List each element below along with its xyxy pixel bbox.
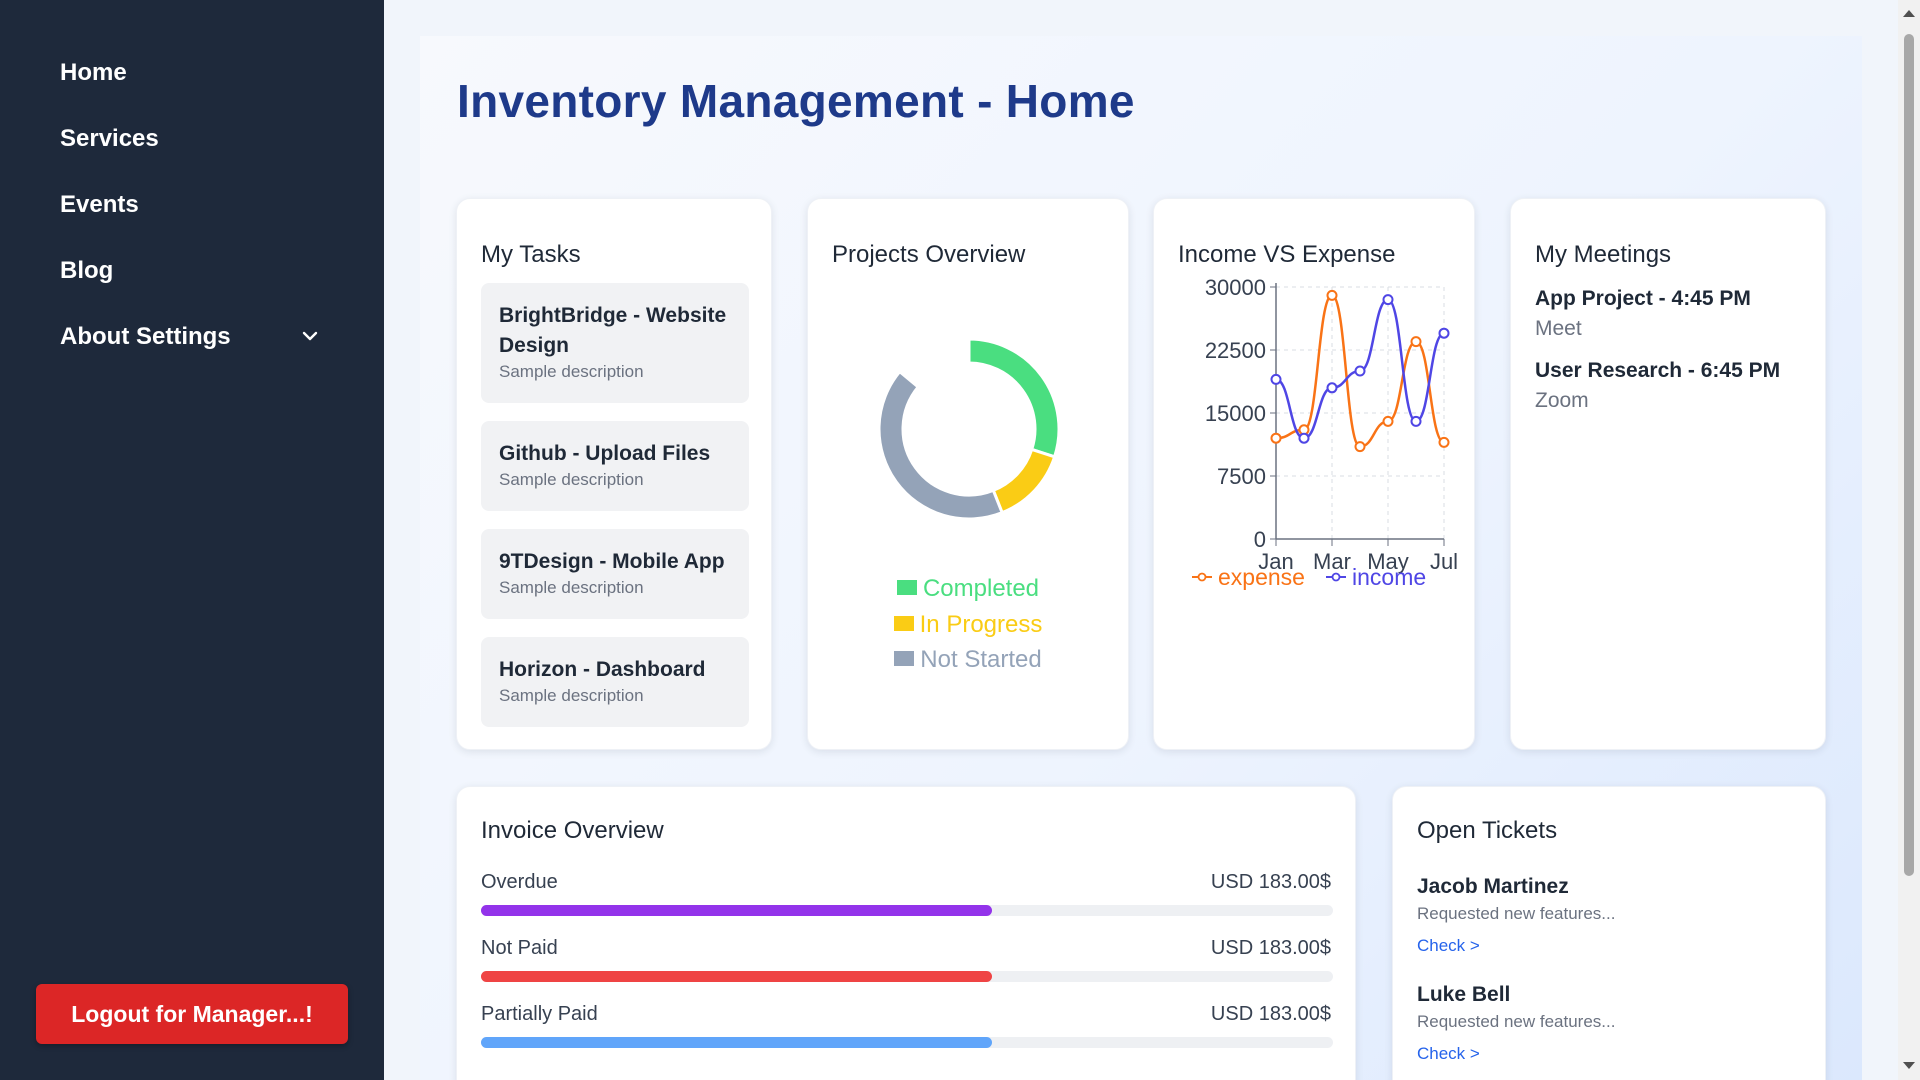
legend-label: In Progress — [919, 611, 1043, 638]
invoice-amount: USD 183.00$ — [1210, 937, 1331, 959]
data-point-expense — [1270, 432, 1282, 444]
income-card: Income VS Expense 30000 22500 15000 7500 0 Ja… — [1153, 198, 1475, 750]
invoice-label: Not Paid — [481, 937, 558, 959]
legend-label: Not Started — [920, 646, 1042, 673]
meeting-platform: Meet — [1535, 317, 1582, 340]
invoice-title: Invoice Overview — [481, 817, 664, 844]
y-tick-label: 7500 — [1217, 464, 1266, 489]
task-item[interactable]: BrightBridge - Website Design Sample des… — [481, 283, 749, 403]
invoice-progress-track — [481, 971, 1333, 982]
ticket-check-link[interactable]: Check > — [1417, 936, 1480, 956]
legend-marker-income — [1331, 572, 1341, 582]
meeting-title[interactable]: User Research - 6:45 PM — [1535, 359, 1780, 383]
income-title: Income VS Expense — [1178, 241, 1396, 268]
invoice-label: Overdue — [481, 871, 558, 893]
task-description: Sample description — [499, 362, 644, 381]
nav-item-blog[interactable]: Blog — [60, 257, 113, 285]
task-title: Github - Upload Files — [499, 442, 711, 465]
data-point-expense — [1354, 441, 1366, 453]
chevron-down-icon[interactable] — [300, 326, 320, 346]
invoice-amount: USD 183.00$ — [1210, 871, 1331, 893]
data-point-income — [1326, 382, 1338, 394]
invoice-progress-track — [481, 1037, 1333, 1048]
nav-item-services[interactable]: Services — [60, 125, 159, 153]
data-point-income — [1298, 432, 1310, 444]
task-description: Sample description — [499, 470, 644, 489]
data-point-income — [1270, 373, 1282, 385]
task-title: BrightBridge - Website Design — [499, 304, 727, 357]
y-tick-label: 15000 — [1205, 401, 1266, 426]
data-point-income — [1354, 365, 1366, 377]
data-point-expense — [1382, 415, 1394, 427]
legend-item-in-progress: In Progress — [808, 611, 1128, 639]
legend-item-completed: Completed — [808, 575, 1128, 603]
y-tick-label: 30000 — [1205, 275, 1266, 300]
donut-slice-not-started — [877, 369, 1005, 521]
meeting-title[interactable]: App Project - 4:45 PM — [1535, 287, 1751, 311]
task-description: Sample description — [499, 578, 644, 597]
sidebar: Home Services Events Blog About Settings… — [0, 0, 384, 1080]
invoice-label: Partially Paid — [481, 1003, 598, 1025]
legend-label: Completed — [922, 575, 1040, 602]
data-point-expense — [1326, 289, 1338, 301]
task-item[interactable]: 9TDesign - Mobile App Sample description — [481, 529, 749, 619]
invoice-progress-fill — [481, 1037, 993, 1048]
projects-title: Projects Overview — [832, 241, 1026, 268]
legend-swatch — [894, 651, 915, 667]
nav-item-events[interactable]: Events — [60, 191, 139, 219]
task-item[interactable]: Horizon - Dashboard Sample description — [481, 637, 749, 727]
tickets-card: Open Tickets Jacob Martinez Requested ne… — [1392, 786, 1826, 1080]
y-tick-label: 22500 — [1205, 338, 1266, 363]
data-point-income — [1438, 327, 1450, 339]
task-item[interactable]: Github - Upload Files Sample description — [481, 421, 749, 511]
ticket-description: Requested new features... — [1417, 1012, 1616, 1031]
legend-marker-expense — [1197, 572, 1207, 582]
data-point-income — [1382, 294, 1394, 306]
task-description: Sample description — [499, 686, 644, 705]
data-point-expense — [1438, 436, 1450, 448]
page-scrollbar[interactable] — [1898, 0, 1920, 1080]
invoice-progress-track — [481, 905, 1333, 916]
nav-item-about-settings[interactable]: About Settings — [60, 323, 231, 351]
invoice-progress-fill — [481, 905, 993, 916]
legend-label-income: income — [1352, 564, 1426, 590]
scroll-up-arrow-icon[interactable] — [1903, 10, 1915, 17]
meetings-card: My Meetings App Project - 4:45 PM Meet U… — [1510, 198, 1826, 750]
income-expense-line-chart: 30000225001500075000Jan Mar May Julexpense i… — [1192, 275, 1458, 590]
donut-slice-completed — [967, 337, 1061, 459]
nav-item-home[interactable]: Home — [60, 59, 127, 87]
meetings-title: My Meetings — [1535, 241, 1672, 268]
projects-donut-chart — [877, 337, 1061, 521]
scrollbar-thumb[interactable] — [1904, 34, 1914, 876]
task-title: 9TDesign - Mobile App — [499, 550, 725, 573]
x-tick-label: Jul — [1430, 549, 1458, 574]
tickets-title: Open Tickets — [1417, 817, 1558, 844]
x-tick-label: Mar — [1313, 549, 1351, 574]
data-point-expense — [1410, 336, 1422, 348]
ticket-name: Jacob Martinez — [1417, 875, 1569, 898]
legend-item-not-started: Not Started — [808, 646, 1128, 674]
logout-button[interactable]: Logout for Manager...! — [36, 984, 348, 1044]
ticket-description: Requested new features... — [1417, 904, 1616, 923]
invoice-card: Invoice Overview Overdue USD 183.00$ Not… — [456, 786, 1356, 1080]
tasks-title: My Tasks — [481, 241, 581, 268]
legend-swatch — [896, 580, 917, 596]
donut-slice-in-progress — [991, 447, 1057, 515]
legend-swatch — [893, 616, 914, 632]
projects-card: Projects Overview Completed In Progress … — [807, 198, 1129, 750]
meeting-platform: Zoom — [1535, 389, 1589, 412]
page-title: Inventory Management - Home — [457, 75, 1135, 127]
ticket-name: Luke Bell — [1417, 983, 1511, 1006]
invoice-amount: USD 183.00$ — [1210, 1003, 1331, 1025]
task-title: Horizon - Dashboard — [499, 658, 706, 681]
data-point-income — [1410, 415, 1422, 427]
scroll-down-arrow-icon[interactable] — [1903, 1062, 1915, 1069]
invoice-progress-fill — [481, 971, 993, 982]
legend-label-expense: expense — [1218, 564, 1305, 590]
ticket-check-link[interactable]: Check > — [1417, 1044, 1480, 1064]
tasks-card: My Tasks BrightBridge - Website Design S… — [456, 198, 772, 750]
